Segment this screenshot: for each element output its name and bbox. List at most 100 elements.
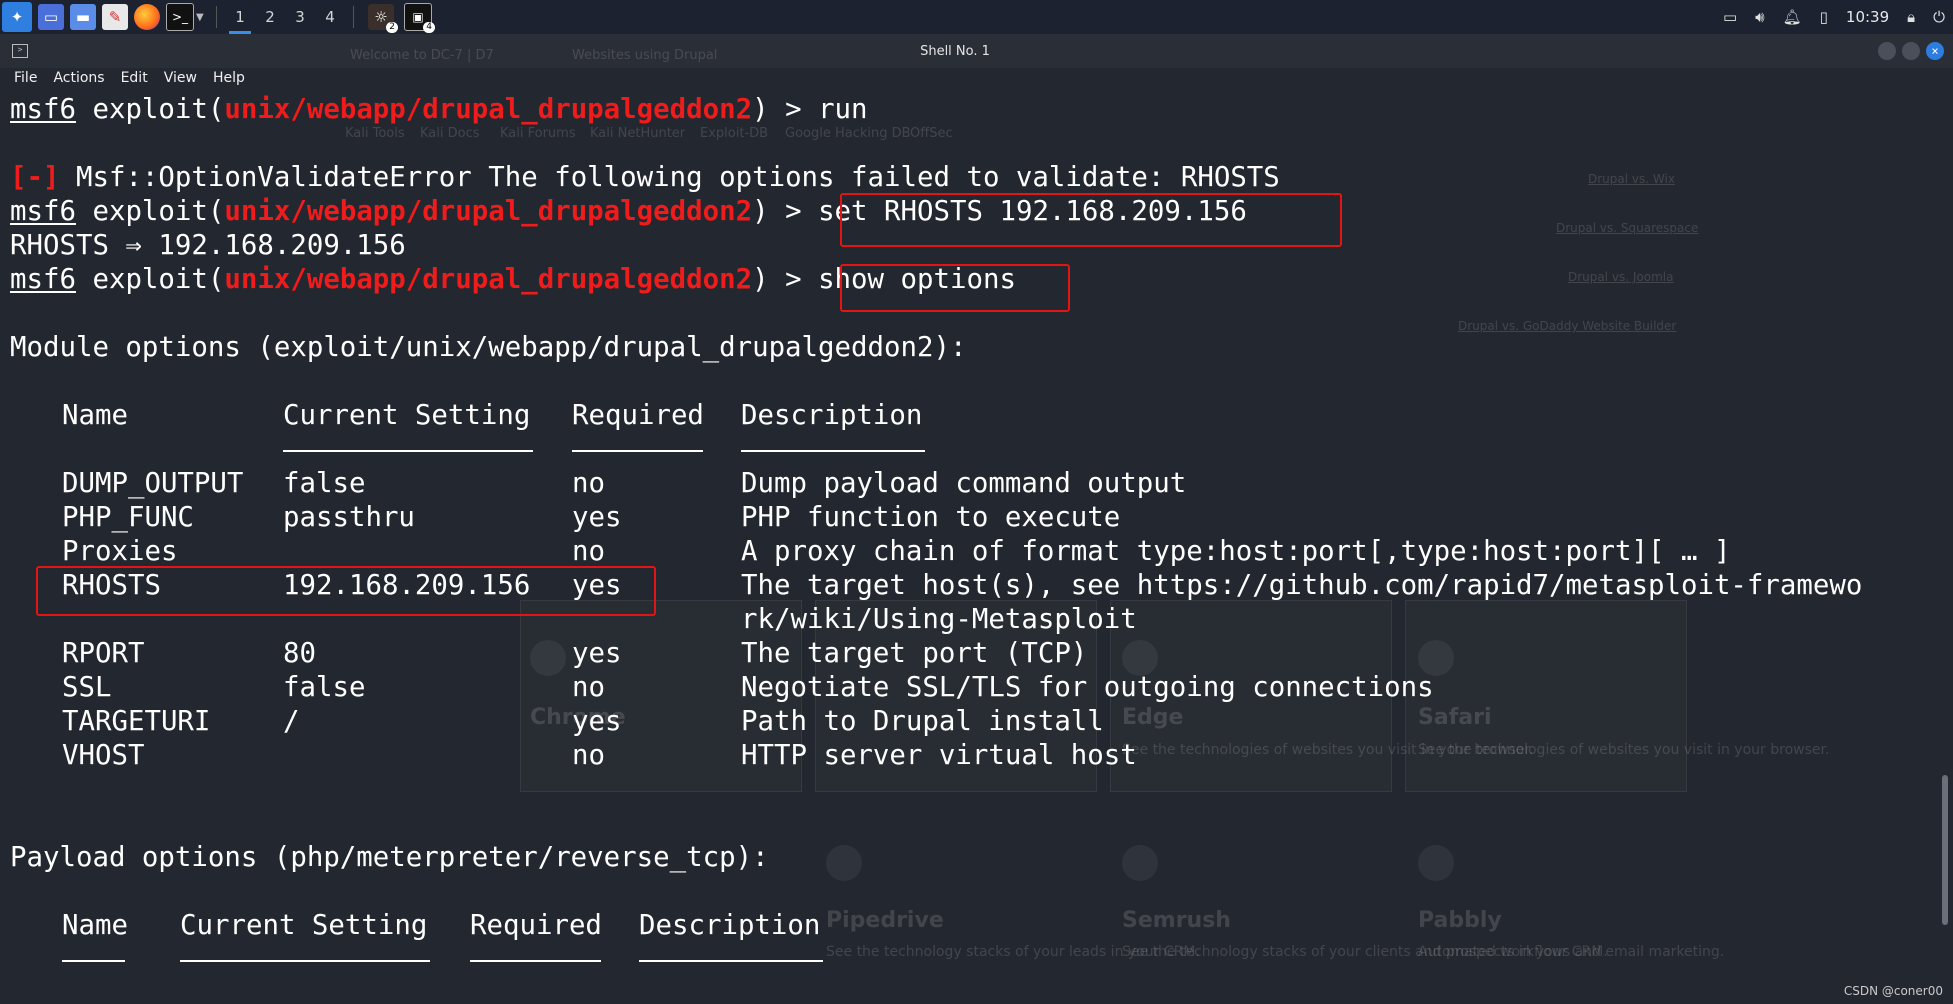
option-required: no <box>572 672 605 703</box>
payload-column-required: Required <box>470 910 602 941</box>
prompt-line: msf6 exploit(unix/webapp/drupal_drupalge… <box>10 93 868 127</box>
column-header-description: Description <box>741 400 923 431</box>
option-setting: false <box>283 468 366 499</box>
background-card-title: Safari <box>1418 705 1492 730</box>
background-link: Drupal vs. Squarespace <box>1556 221 1699 235</box>
background-bookmark: Kali Docs <box>420 126 480 141</box>
column-header-setting: Current Setting <box>283 400 531 431</box>
chevron-down-icon[interactable]: ▼ <box>196 12 208 23</box>
header-underline <box>470 960 601 962</box>
background-bookmark: Kali NetHunter <box>590 126 686 141</box>
background-logo <box>826 845 862 881</box>
menu-actions[interactable]: Actions <box>53 70 104 86</box>
command-text: run <box>818 94 868 125</box>
window-count-badge: 4 <box>423 22 435 33</box>
terminal-scrollbar[interactable] <box>1942 775 1948 925</box>
prompt-module: unix/webapp/drupal_drupalgeddon2 <box>224 94 753 125</box>
option-setting: passthru <box>283 502 415 533</box>
taskbar-app-firefox-icon[interactable]: ☼ 2 <box>368 4 398 33</box>
background-link: Drupal vs. Joomla <box>1568 270 1674 284</box>
option-description: Dump payload command output <box>741 468 1187 499</box>
background-card-title: Semrush <box>1122 908 1231 933</box>
option-required: yes <box>572 502 622 533</box>
payload-column-description: Description <box>639 910 821 941</box>
taskbar-app-terminal-icon[interactable]: ▣ 4 <box>404 3 435 33</box>
module-options-header: Module options (exploit/unix/webapp/drup… <box>10 332 967 363</box>
background-card-text: Automated workflows and email marketing. <box>1418 944 1725 960</box>
option-name: DUMP_OUTPUT <box>62 468 244 499</box>
prompt-user: msf6 <box>10 196 76 227</box>
option-name: Proxies <box>62 536 178 567</box>
highlight-show-options <box>840 264 1070 312</box>
background-logo <box>1418 845 1454 881</box>
option-name: PHP_FUNC <box>62 502 194 533</box>
header-underline <box>639 960 823 962</box>
column-header-required: Required <box>572 400 704 431</box>
background-bookmark: OffSec <box>910 126 953 141</box>
file-manager-icon[interactable]: ▬ <box>70 4 96 30</box>
menu-help[interactable]: Help <box>213 70 245 86</box>
firefox-icon[interactable] <box>134 4 160 30</box>
header-underline <box>180 960 430 962</box>
option-description: PHP function to execute <box>741 502 1121 533</box>
option-required: no <box>572 536 605 567</box>
divider <box>216 6 217 28</box>
watermark: CSDN @coner00 <box>1843 984 1943 998</box>
show-desktop-icon[interactable]: ▭ <box>38 4 64 30</box>
column-header-name: Name <box>62 400 128 431</box>
option-description: HTTP server virtual host <box>741 740 1137 771</box>
window-title: Shell No. 1 <box>920 43 990 59</box>
display-icon[interactable]: ▭ <box>1723 8 1737 26</box>
prompt-module: unix/webapp/drupal_drupalgeddon2 <box>224 196 753 227</box>
background-bookmark: Kali Tools <box>345 126 405 141</box>
lock-icon[interactable]: 🔒︎ <box>1907 8 1915 26</box>
header-underline <box>62 960 125 962</box>
workspace-4[interactable]: 4 <box>315 0 345 34</box>
window-count-badge: 2 <box>386 22 398 33</box>
minimize-button[interactable] <box>1878 42 1896 60</box>
option-required: yes <box>572 638 622 669</box>
workspace-3[interactable]: 3 <box>285 0 315 34</box>
prompt-exploit: exploit( <box>75 264 225 295</box>
workspace-1[interactable]: 1 <box>225 0 255 34</box>
workspace-2[interactable]: 2 <box>255 0 285 34</box>
background-tab: Websites using Drupal <box>572 48 718 63</box>
option-required: no <box>572 468 605 499</box>
background-card <box>1405 600 1687 792</box>
background-bookmark: Exploit-DB <box>700 126 769 141</box>
header-underline <box>283 450 533 452</box>
menu-edit[interactable]: Edit <box>121 70 148 86</box>
option-name: SSL <box>62 672 112 703</box>
maximize-button[interactable] <box>1902 42 1920 60</box>
notification-bell-icon[interactable]: 🔔︎ <box>1783 8 1802 26</box>
power-icon[interactable]: ⏻ <box>1933 8 1945 26</box>
error-message: Msf::OptionValidateError The following o… <box>59 162 1280 193</box>
kali-menu-icon[interactable]: ✦ <box>2 2 32 32</box>
option-description: rk/wiki/Using-Metasploit <box>741 604 1137 635</box>
option-description: Path to Drupal install <box>741 706 1104 737</box>
menu-file[interactable]: File <box>14 70 37 86</box>
option-name: RPORT <box>62 638 145 669</box>
clock[interactable]: 10:39 <box>1846 8 1889 26</box>
option-required: yes <box>572 706 622 737</box>
background-card-title: Edge <box>1122 705 1184 730</box>
window-titlebar[interactable]: > Shell No. 1 × <box>0 34 1953 68</box>
volume-icon[interactable]: 🔊︎ <box>1755 8 1764 26</box>
menu-view[interactable]: View <box>164 70 197 86</box>
option-description: The target port (TCP) <box>741 638 1088 669</box>
option-setting: / <box>283 706 300 737</box>
background-card-title: Pipedrive <box>826 908 944 933</box>
close-button[interactable]: × <box>1926 42 1944 60</box>
terminal-launcher-icon[interactable]: >_ <box>166 3 194 31</box>
payload-options-header: Payload options (php/meterpreter/reverse… <box>10 842 769 873</box>
prompt-exploit: exploit( <box>75 196 225 227</box>
text-editor-icon[interactable]: ✎ <box>102 4 128 30</box>
prompt-close: ) > <box>752 94 819 125</box>
highlight-rhosts-row <box>36 566 656 616</box>
background-link: Drupal vs. GoDaddy Website Builder <box>1458 319 1677 333</box>
battery-icon[interactable]: ▯ <box>1820 8 1828 26</box>
payload-column-name: Name <box>62 910 128 941</box>
header-underline <box>741 450 925 452</box>
highlight-set-command <box>840 193 1342 247</box>
error-line: [-] Msf::OptionValidateError The followi… <box>10 161 1280 195</box>
